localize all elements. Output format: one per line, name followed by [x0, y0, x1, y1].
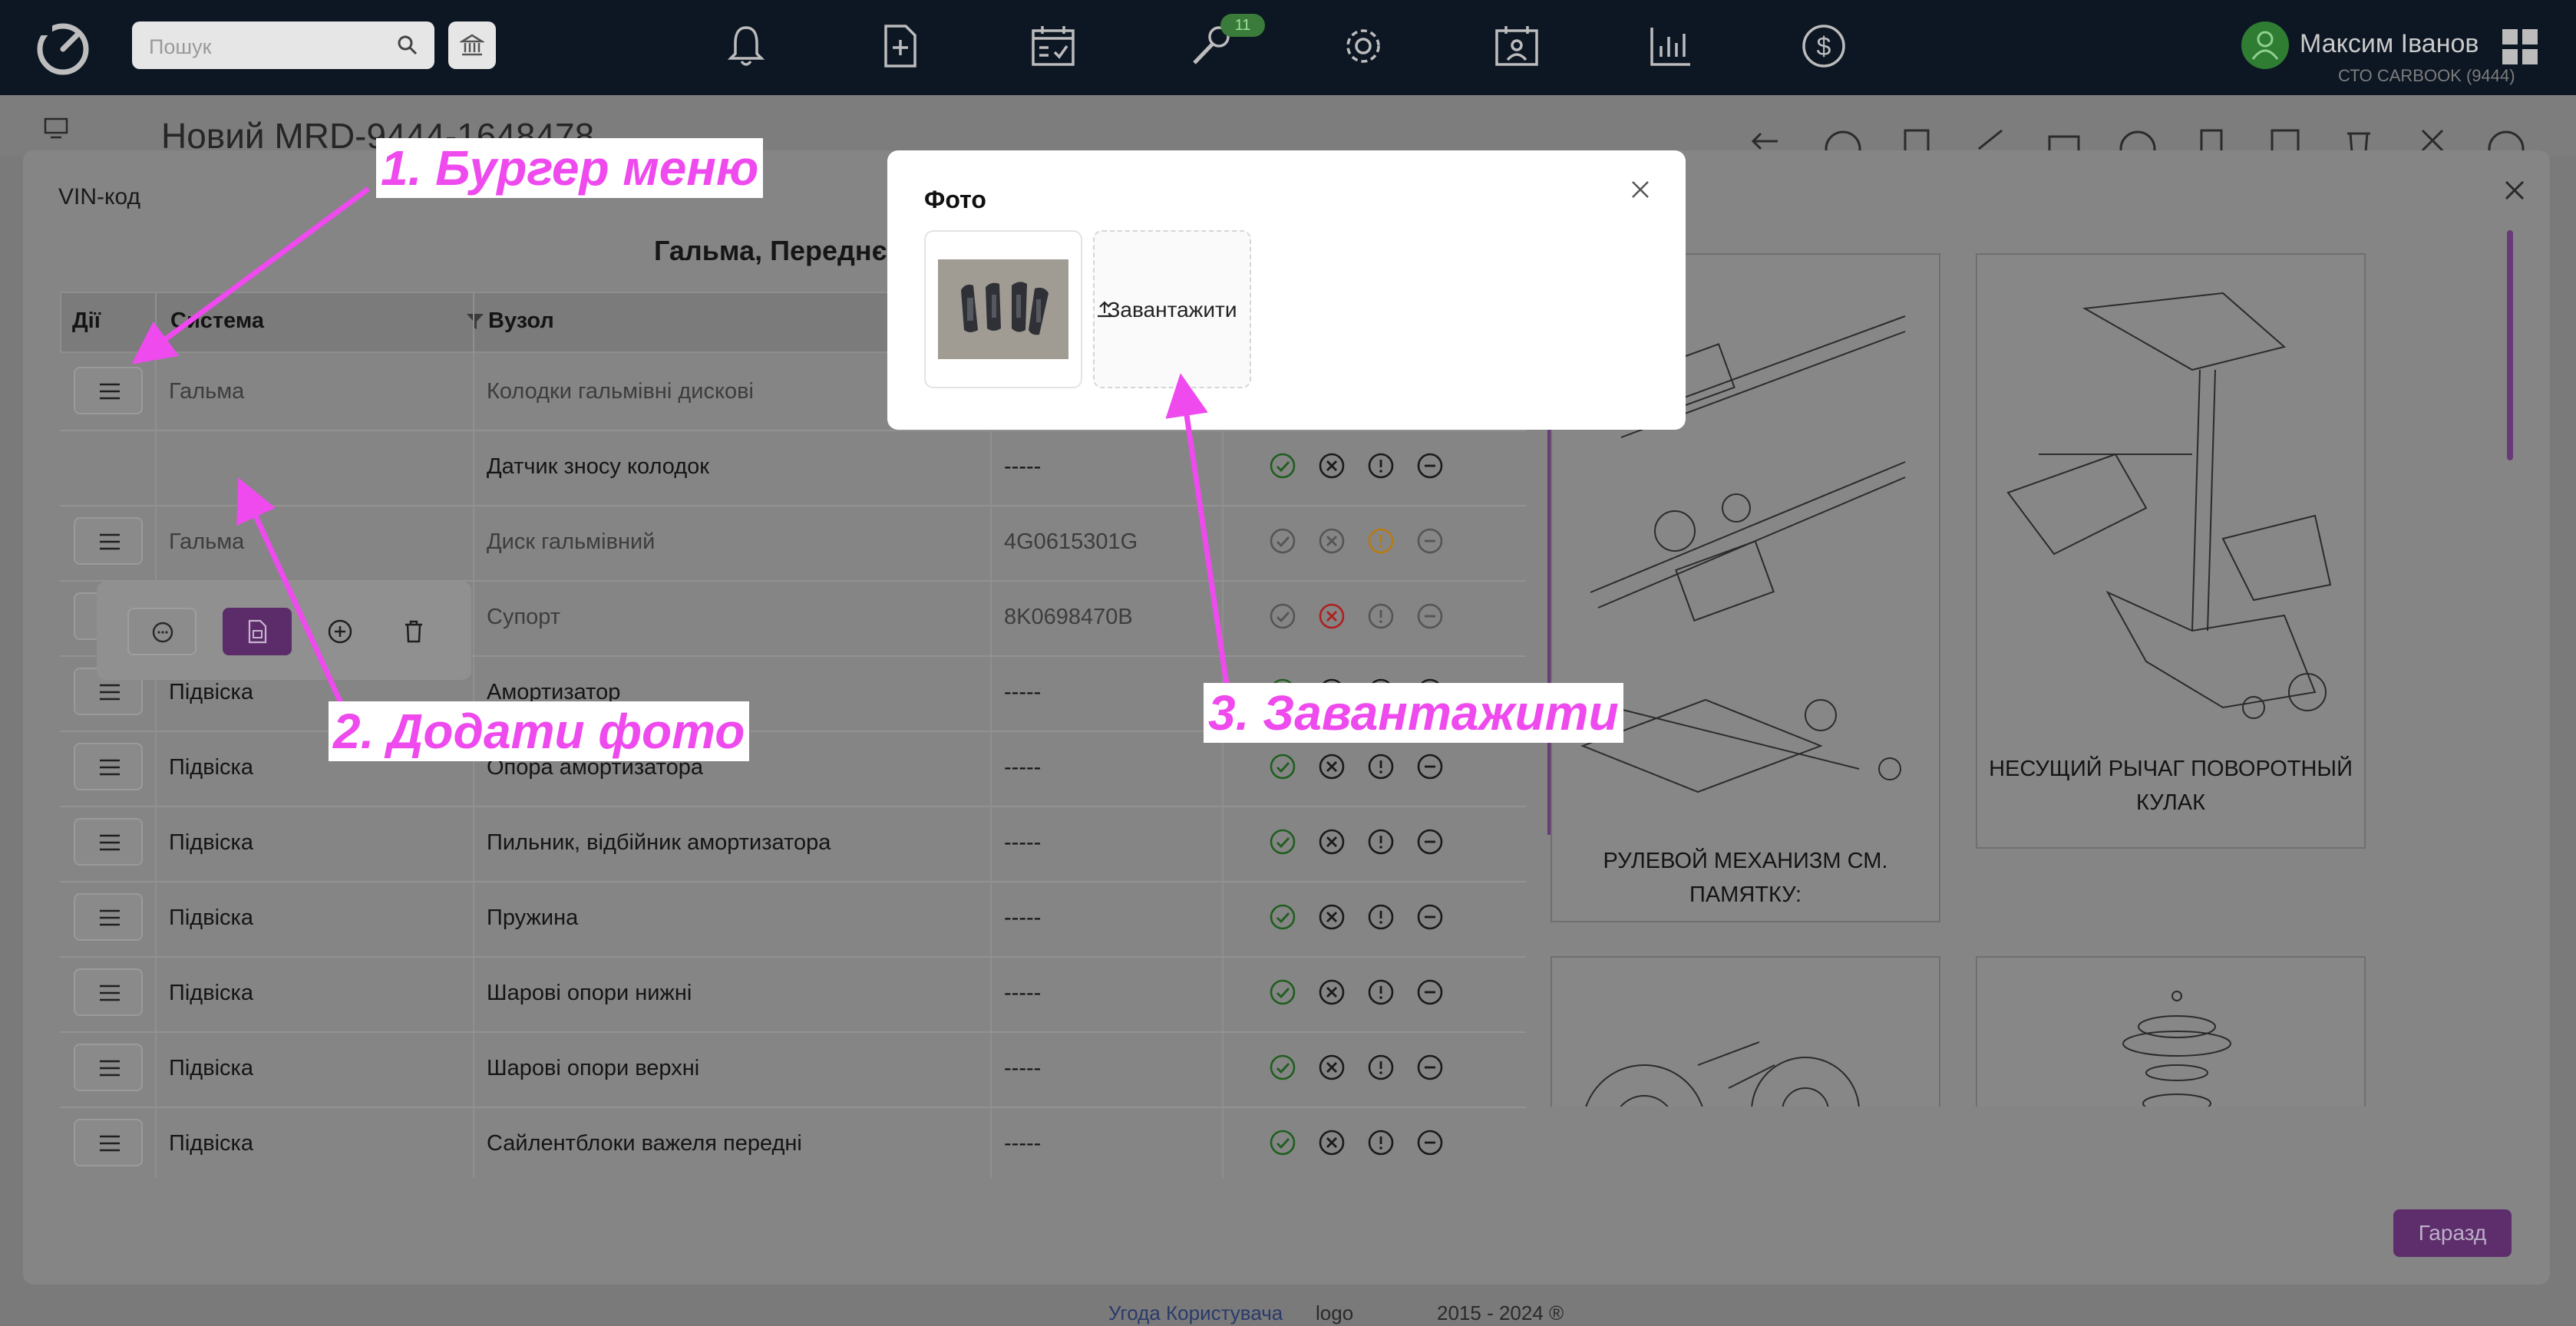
callout-step-1: 1. Бургер меню	[376, 138, 764, 198]
arrow-to-add-photo	[236, 477, 344, 704]
annotation-arrows	[131, 186, 1230, 704]
callout-step-2: 2. Додати фото	[329, 701, 750, 761]
arrow-to-upload	[1165, 373, 1230, 685]
callout-step-3: 3. Завантажити	[1204, 683, 1623, 743]
arrow-to-burger-menu	[131, 186, 371, 364]
